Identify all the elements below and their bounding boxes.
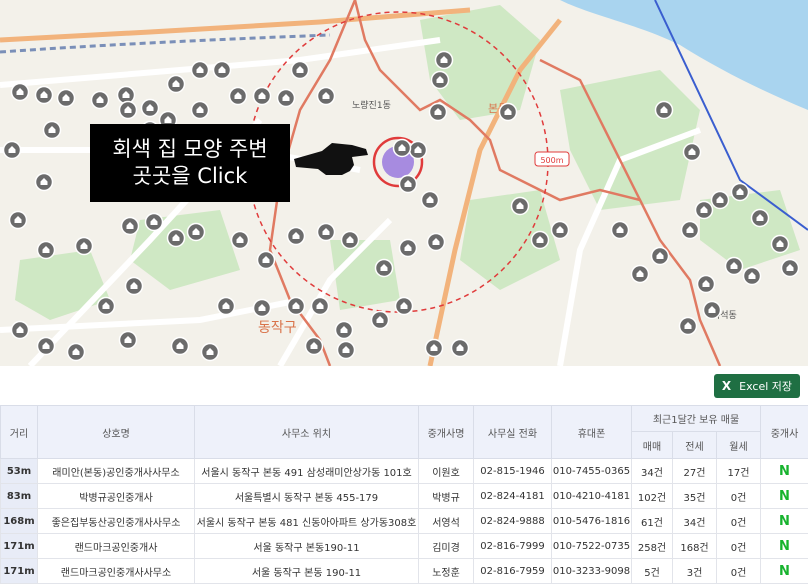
row-phone: 02-815-1946 <box>473 458 552 484</box>
instruction-callout: 회색 집 모양 주변 곳곳을 Click <box>90 124 290 202</box>
row-broker: N <box>760 458 808 484</box>
row-mobile: 010-7522-0735 <box>551 533 632 559</box>
header-broker: 중개사 <box>760 405 808 459</box>
row-jeonse: 34건 <box>672 508 717 534</box>
header-name[interactable]: 상호명 <box>37 405 195 459</box>
row-jeonse: 168건 <box>672 533 717 559</box>
header-jeonse[interactable]: 전세 <box>672 431 717 459</box>
row-agent: 이원호 <box>418 458 474 484</box>
noryangjin-label: 노량진1동 <box>352 99 391 111</box>
header-address[interactable]: 사무소 위치 <box>194 405 419 459</box>
header-recent-listings: 최근1달간 보유 매물 <box>631 405 761 432</box>
map-view[interactable]: 500m 동작구 노량진1동 흑석동 본동 회색 집 모양 주변 곳곳을 Cli… <box>0 0 808 366</box>
row-jeonse: 27건 <box>672 458 717 484</box>
row-phone: 02-816-7999 <box>473 533 552 559</box>
row-jeonse: 35건 <box>672 483 717 509</box>
row-jeonse: 3건 <box>672 558 717 584</box>
row-agent: 노정훈 <box>418 558 474 584</box>
row-monthly: 0건 <box>716 533 761 559</box>
row-agent: 김미경 <box>418 533 474 559</box>
row-mobile: 010-3233-9098 <box>551 558 632 584</box>
row-sale: 61건 <box>631 508 673 534</box>
excel-icon: X <box>721 379 732 393</box>
header-distance[interactable]: 거리 <box>0 405 38 459</box>
table-toolbar: X Excel 저장 <box>713 374 800 398</box>
row-monthly: 0건 <box>716 508 761 534</box>
row-sale: 5건 <box>631 558 673 584</box>
naver-n-icon[interactable]: N <box>779 489 790 504</box>
row-name: 랜드마크공인중개사 <box>37 533 195 559</box>
table-row[interactable]: 53m 래미안(본동)공인중개사사무소 서울시 동작구 본동 491 삼성래미안상가… <box>0 458 808 484</box>
header-agent[interactable]: 중개사명 <box>418 405 474 459</box>
row-name: 래미안(본동)공인중개사사무소 <box>37 458 195 484</box>
header-mobile[interactable]: 휴대폰 <box>551 405 632 459</box>
row-broker: N <box>760 558 808 584</box>
row-distance: 83m <box>0 483 38 509</box>
row-broker: N <box>760 508 808 534</box>
row-sale: 258건 <box>631 533 673 559</box>
row-broker: N <box>760 533 808 559</box>
row-phone: 02-816-7959 <box>473 558 552 584</box>
row-name: 랜드마크공인중개사사무소 <box>37 558 195 584</box>
row-phone: 02-824-4181 <box>473 483 552 509</box>
table-row[interactable]: 171m 랜드마크공인중개사 서울 동작구 본동190-11 김미경 02-816-79… <box>0 533 808 559</box>
callout-line-1: 회색 집 모양 주변 <box>112 137 268 161</box>
row-address: 서울 동작구 본동190-11 <box>194 533 419 559</box>
row-address: 서울특별시 동작구 본동 455-179 <box>194 483 419 509</box>
row-phone: 02-824-9888 <box>473 508 552 534</box>
row-address: 서울시 동작구 본동 481 신동아아파트 상가동308호 <box>194 508 419 534</box>
table-row[interactable]: 83m 박병규공인중개사 서울특별시 동작구 본동 455-179 박병규 02-824… <box>0 483 808 509</box>
distance-label: 500m <box>540 156 563 165</box>
agency-table: 거리 상호명 사무소 위치 중개사명 사무실 전화 휴대폰 최근1달간 보유 매… <box>0 405 808 584</box>
table-row[interactable]: 171m 랜드마크공인중개사사무소 서울 동작구 본동 190-11 노정훈 02-81… <box>0 558 808 584</box>
row-mobile: 010-5476-1816 <box>551 508 632 534</box>
row-sale: 102건 <box>631 483 673 509</box>
table-row[interactable]: 168m 좋은집부동산공인중개사사무소 서울시 동작구 본동 481 신동아아파트 … <box>0 508 808 534</box>
row-name: 박병규공인중개사 <box>37 483 195 509</box>
callout-line-2: 곳곳을 Click <box>132 164 248 188</box>
row-mobile: 010-7455-0365 <box>551 458 632 484</box>
naver-n-icon[interactable]: N <box>779 564 790 579</box>
pointing-hand-icon <box>294 143 368 175</box>
row-distance: 168m <box>0 508 38 534</box>
row-distance: 171m <box>0 533 38 559</box>
row-sale: 34건 <box>631 458 673 484</box>
row-agent: 서영석 <box>418 508 474 534</box>
row-monthly: 0건 <box>716 483 761 509</box>
row-monthly: 0건 <box>716 558 761 584</box>
naver-n-icon[interactable]: N <box>779 539 790 554</box>
row-distance: 171m <box>0 558 38 584</box>
row-address: 서울시 동작구 본동 491 삼성래미안상가동 101호 <box>194 458 419 484</box>
agency-table-body: 53m 래미안(본동)공인중개사사무소 서울시 동작구 본동 491 삼성래미안상가… <box>0 458 808 584</box>
header-sale[interactable]: 매매 <box>631 431 673 459</box>
naver-n-icon[interactable]: N <box>779 464 790 479</box>
row-mobile: 010-4210-4181 <box>551 483 632 509</box>
row-broker: N <box>760 483 808 509</box>
excel-export-label: Excel 저장 <box>739 380 792 393</box>
row-name: 좋은집부동산공인중개사사무소 <box>37 508 195 534</box>
header-monthly[interactable]: 월세 <box>716 431 761 459</box>
excel-export-button[interactable]: X Excel 저장 <box>713 374 800 398</box>
row-monthly: 17건 <box>716 458 761 484</box>
district-label: 동작구 <box>258 320 297 336</box>
naver-n-icon[interactable]: N <box>779 514 790 529</box>
row-agent: 박병규 <box>418 483 474 509</box>
row-address: 서울 동작구 본동 190-11 <box>194 558 419 584</box>
header-phone[interactable]: 사무실 전화 <box>473 405 552 459</box>
row-distance: 53m <box>0 458 38 484</box>
